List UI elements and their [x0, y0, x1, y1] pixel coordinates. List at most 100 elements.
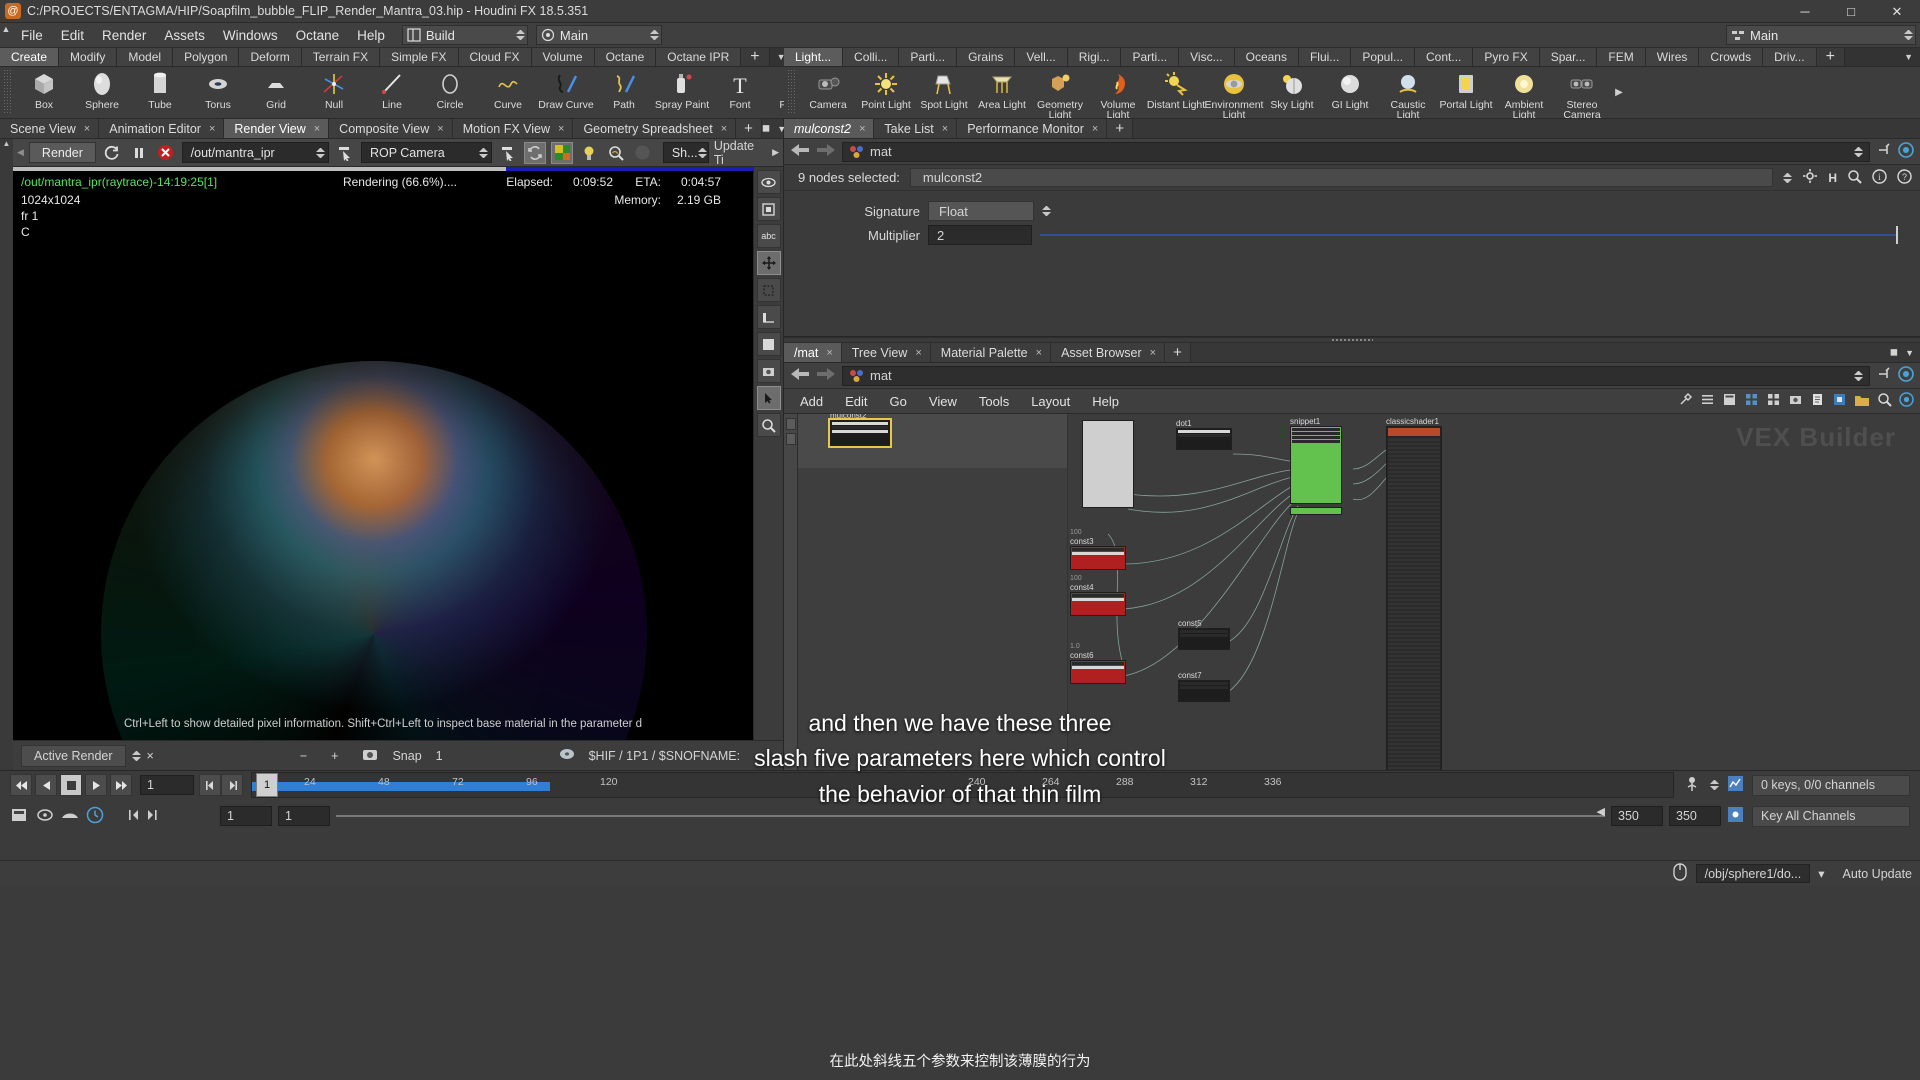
mouse-icon[interactable] — [1672, 863, 1688, 884]
shelf-tab-containers[interactable]: Cont... — [1415, 48, 1474, 66]
tab-close-icon[interactable]: × — [915, 347, 921, 359]
active-render-close-icon[interactable]: × — [147, 749, 154, 763]
handles-icon[interactable] — [1682, 775, 1702, 796]
rail-chip[interactable] — [785, 433, 796, 445]
shelf-tab-grains[interactable]: Grains — [957, 48, 1016, 66]
shelf-tab-fem[interactable]: FEM — [1597, 48, 1646, 66]
start-icon[interactable] — [128, 809, 140, 824]
color-correction-icon[interactable] — [551, 141, 574, 164]
notes-icon[interactable] — [1810, 392, 1825, 410]
question-icon[interactable]: ? — [1897, 168, 1912, 187]
network-selector[interactable]: Main — [1726, 25, 1916, 45]
render-button[interactable]: Render — [28, 142, 96, 163]
close-button[interactable]: ✕ — [1874, 0, 1920, 23]
status-path-caret-icon[interactable]: ▾ — [1818, 866, 1824, 881]
network-canvas[interactable]: VEX Builder dot1 snippet1 classicshader1… — [1068, 414, 1920, 770]
tab-mat-network[interactable]: /mat × — [784, 343, 842, 362]
playbar-icon[interactable] — [60, 808, 80, 825]
viewport-add-tab-button[interactable]: + — [736, 119, 762, 138]
playback-start-field[interactable]: 1 — [278, 806, 330, 826]
pane-maximize-icon[interactable]: ◼ — [762, 123, 770, 134]
rop-path-combo[interactable]: /out/mantra_ipr — [181, 142, 330, 163]
rail-chip[interactable] — [785, 418, 796, 430]
tool-portal-light[interactable]: Portal Light — [1437, 67, 1495, 110]
shelf-add-tab-button[interactable]: + — [741, 48, 770, 66]
node-body[interactable] — [1386, 426, 1442, 770]
tab-close-icon[interactable]: × — [437, 123, 443, 135]
range-scrub-line[interactable]: ◀ — [336, 806, 1605, 826]
shelf-right-scroll-right-icon[interactable]: ▶ — [1611, 67, 1627, 118]
tool-box[interactable]: Box — [15, 67, 73, 110]
node-body[interactable] — [1178, 628, 1230, 650]
tool-geometry-light[interactable]: Geometry Light — [1031, 67, 1089, 118]
rop-path-spinner[interactable] — [316, 147, 326, 159]
node-body-secondary[interactable] — [1290, 507, 1342, 515]
signature-spinner[interactable] — [1042, 205, 1051, 217]
tab-close-icon[interactable]: × — [209, 123, 215, 135]
menu-octane[interactable]: Octane — [287, 25, 349, 46]
tool-grid[interactable]: Grid — [247, 67, 305, 110]
maximize-button[interactable]: □ — [1828, 0, 1874, 23]
help-circle-icon[interactable] — [1898, 142, 1914, 161]
current-frame-field[interactable]: 1 — [140, 775, 194, 795]
panzoom-icon[interactable] — [756, 197, 781, 221]
node-body[interactable] — [1082, 420, 1134, 508]
gear-icon[interactable] — [1802, 168, 1818, 187]
key-next-icon[interactable] — [221, 774, 243, 796]
shelf-tab-particle-fluids[interactable]: Parti... — [1121, 48, 1180, 66]
tab-tree-view[interactable]: Tree View × — [841, 343, 931, 362]
shelf-tab-sparse[interactable]: Spar... — [1539, 48, 1598, 66]
render-region-icon[interactable] — [524, 141, 547, 164]
network-menu-edit[interactable]: Edit — [835, 391, 877, 412]
desktop-selector[interactable]: Build — [401, 25, 528, 45]
maximize-pane-icon[interactable]: ◼ — [1890, 347, 1898, 358]
ruler-icon[interactable] — [756, 305, 781, 329]
network-node-const6[interactable]: 1.0 const6 — [1070, 643, 1126, 684]
grid-icon[interactable] — [1744, 392, 1759, 410]
list-icon[interactable] — [1700, 392, 1715, 410]
handles-spinner[interactable] — [1710, 779, 1719, 791]
shelf-tab-octane[interactable]: Octane — [594, 48, 657, 66]
shelf-tab-simple-fx[interactable]: Simple FX — [380, 48, 459, 66]
folder-icon[interactable] — [1854, 393, 1870, 410]
active-render-spinner[interactable] — [131, 750, 141, 762]
tools-icon[interactable] — [1678, 392, 1693, 410]
tool-line[interactable]: Line — [363, 67, 421, 110]
shelf-tab-oceans[interactable]: Oceans — [1234, 48, 1299, 66]
desktop-selector-spinner[interactable] — [515, 29, 525, 41]
menu-help[interactable]: Help — [348, 25, 394, 46]
tab-motion-fx-view[interactable]: Motion FX View × — [452, 119, 574, 138]
tab-performance-monitor[interactable]: Performance Monitor × — [957, 119, 1108, 138]
snapshot-camera-icon[interactable] — [362, 747, 378, 764]
range-start-field[interactable]: 1 — [220, 806, 272, 826]
tool-spray-paint[interactable]: Spray Paint — [653, 67, 711, 110]
node-body[interactable] — [1176, 428, 1232, 450]
stop-icon[interactable] — [60, 774, 82, 796]
network-menu-view[interactable]: View — [919, 391, 967, 412]
tool-gi-light[interactable]: GI Light — [1321, 67, 1379, 110]
options-icon[interactable] — [1899, 392, 1914, 410]
magnify-icon[interactable] — [605, 142, 627, 164]
view-icon[interactable] — [756, 170, 781, 194]
shelf-tab-drive[interactable]: Driv... — [1763, 48, 1817, 66]
active-render-file-path[interactable]: $HIF / 1P1 / $SNOFNAME: — [589, 749, 740, 763]
tab-close-icon[interactable]: × — [314, 123, 320, 135]
shelf-tab-terrain-fx[interactable]: Terrain FX — [301, 48, 381, 66]
grid2-icon[interactable] — [1766, 392, 1781, 410]
render-pane-collapse-column[interactable]: ▲ — [0, 139, 13, 770]
back-arrow-icon[interactable] — [790, 143, 810, 160]
network-node-const5[interactable]: const5 — [1178, 619, 1230, 650]
tool-spot-light[interactable]: Spot Light — [915, 67, 973, 110]
crop-icon[interactable] — [756, 278, 781, 302]
menubar-collapse-arrow[interactable]: ▲ — [0, 23, 12, 48]
step-back-icon[interactable] — [35, 774, 57, 796]
key-all-channels-button[interactable]: Key All Channels — [1752, 805, 1910, 827]
snapshot-icon[interactable] — [756, 359, 781, 383]
shelf-tab-polygon[interactable]: Polygon — [173, 48, 240, 66]
slider-handle[interactable] — [1896, 226, 1898, 244]
tool-camera[interactable]: Camera — [799, 67, 857, 110]
parameter-path-field[interactable]: mat — [842, 141, 1870, 162]
abc-icon[interactable]: abc — [756, 224, 781, 248]
end-icon[interactable] — [146, 809, 158, 824]
viewport-selector[interactable]: Main — [535, 25, 662, 45]
